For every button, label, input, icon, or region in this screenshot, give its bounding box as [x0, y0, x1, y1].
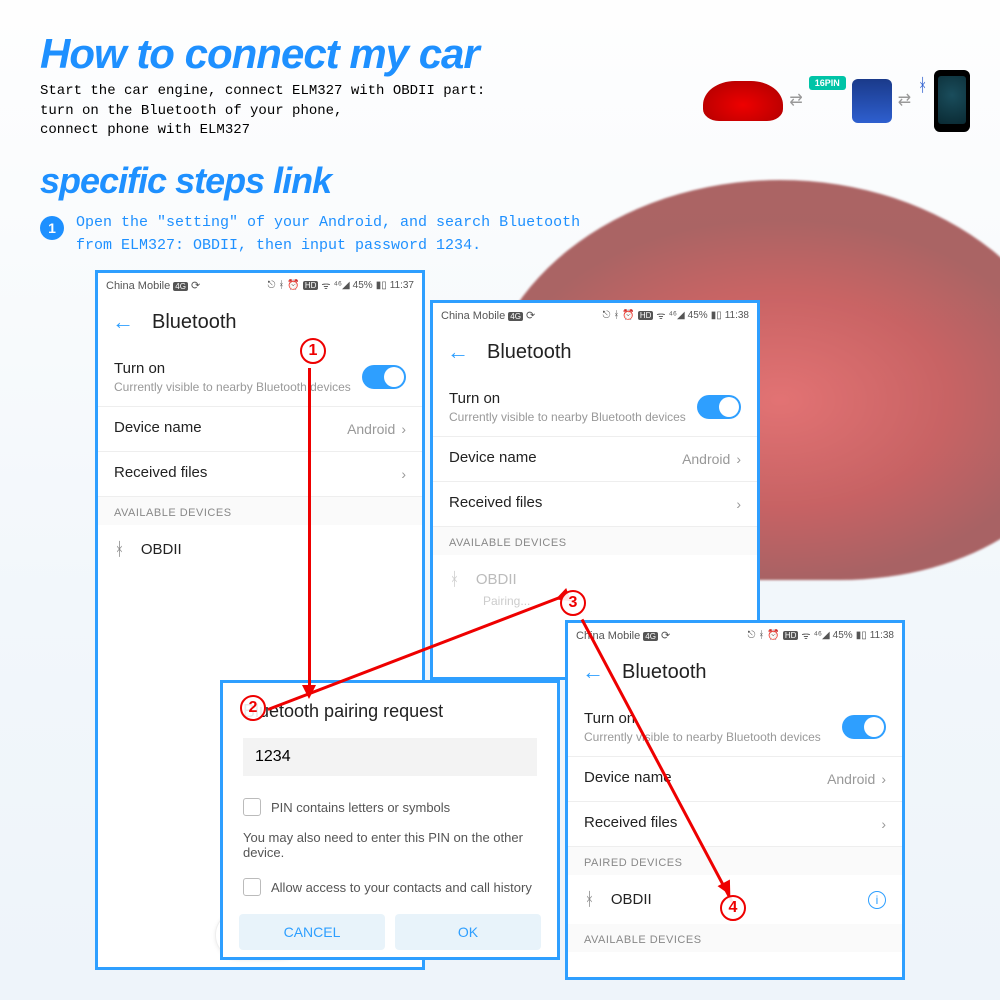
bluetooth-toggle-row[interactable]: Turn on Currently visible to nearby Blue…: [98, 348, 422, 407]
bluetooth-icon: ᚼ: [114, 539, 125, 560]
device-name-row[interactable]: Device name Android ›: [568, 757, 902, 802]
back-arrow-icon[interactable]: ←: [582, 659, 604, 685]
device-name-row[interactable]: Device name Android ›: [98, 407, 422, 452]
clock-label: 11:38: [725, 310, 749, 321]
chevron-right-icon: ›: [881, 816, 886, 832]
device-name-value: Android: [347, 421, 395, 437]
annotation-2: 2: [240, 695, 266, 721]
chevron-right-icon: ›: [736, 451, 741, 467]
available-devices-header: AVAILABLE DEVICES: [568, 924, 902, 952]
paired-devices-header: PAIRED DEVICES: [568, 847, 902, 875]
bidir-arrow-icon: ⇄: [789, 97, 802, 105]
toggle-sublabel: Currently visible to nearby Bluetooth de…: [449, 410, 686, 424]
bluetooth-toggle-row[interactable]: Turn on Currently visible to nearby Blue…: [568, 698, 902, 757]
received-files-row[interactable]: Received files ›: [433, 482, 757, 527]
checkbox-label: Allow access to your contacts and call h…: [271, 880, 532, 895]
battery-label: 45%: [688, 310, 708, 321]
checkbox-icon[interactable]: [243, 878, 261, 896]
step-description: Open the "setting" of your Android, and …: [76, 212, 580, 257]
screen-header: ← Bluetooth: [98, 297, 422, 348]
arrow-line: [308, 368, 311, 688]
toggle-switch[interactable]: [362, 365, 406, 389]
status-bar: China Mobile 4G ⟳ ⎋ᚼ⏰HDᯤ⁴⁶◢45%▮▯11:38: [568, 623, 902, 647]
pin-input[interactable]: 1234: [243, 738, 537, 776]
device-label: OBDII: [141, 541, 182, 558]
bluetooth-toggle-row[interactable]: Turn on Currently visible to nearby Blue…: [433, 378, 757, 437]
checkbox-label: PIN contains letters or symbols: [271, 800, 450, 815]
chevron-right-icon: ›: [881, 771, 886, 787]
device-name-value: Android: [827, 771, 875, 787]
status-bar: China Mobile 4G ⟳ ⎋ᚼ⏰HDᯤ⁴⁶◢45%▮▯11:38: [433, 303, 757, 327]
allow-contacts-checkbox-row[interactable]: Allow access to your contacts and call h…: [223, 870, 557, 904]
row-label: Device name: [449, 449, 537, 466]
battery-label: 45%: [353, 280, 373, 291]
annotation-3: 3: [560, 590, 586, 616]
toggle-sublabel: Currently visible to nearby Bluetooth de…: [114, 380, 351, 394]
battery-label: 45%: [833, 630, 853, 641]
back-arrow-icon[interactable]: ←: [447, 339, 469, 365]
intro-paragraph: Start the car engine, connect ELM327 wit…: [40, 82, 485, 141]
label-16pin: 16PIN: [809, 76, 846, 90]
received-files-row[interactable]: Received files ›: [98, 452, 422, 497]
device-obdii-row[interactable]: ᚼ OBDII: [98, 525, 422, 574]
obd-device-icon: [852, 79, 892, 123]
chevron-right-icon: ›: [736, 496, 741, 512]
step-number-badge: 1: [40, 216, 64, 240]
dialog-note: You may also need to enter this PIN on t…: [223, 824, 557, 870]
chevron-right-icon: ›: [401, 421, 406, 437]
annotation-1: 1: [300, 338, 326, 364]
toggle-label: Turn on: [114, 360, 165, 377]
available-devices-header: AVAILABLE DEVICES: [433, 527, 757, 555]
clock-label: 11:38: [870, 630, 894, 641]
carrier-label: China Mobile: [441, 310, 505, 322]
bluetooth-icon: ᚼ: [449, 569, 460, 590]
chevron-right-icon: ›: [401, 466, 406, 482]
cancel-button[interactable]: CANCEL: [239, 914, 385, 950]
row-label: Device name: [584, 769, 672, 786]
device-name-value: Android: [682, 451, 730, 467]
main-title: How to connect my car: [40, 30, 479, 78]
bidir-arrow-icon: ⇄: [898, 97, 911, 105]
toggle-switch[interactable]: [697, 395, 741, 419]
row-label: Received files: [584, 814, 677, 831]
connection-diagram: ⇄ 16PIN ⇄ ᚼ: [703, 70, 970, 132]
device-label: OBDII: [476, 571, 517, 588]
screenshot-pairing-dialog: Bluetooth pairing request 1234 PIN conta…: [220, 680, 560, 960]
screen-title: Bluetooth: [152, 311, 237, 334]
bluetooth-icon: ᚼ: [917, 75, 928, 96]
bluetooth-icon: ᚼ: [584, 889, 595, 910]
device-name-row[interactable]: Device name Android ›: [433, 437, 757, 482]
car-icon: [703, 81, 783, 121]
toggle-sublabel: Currently visible to nearby Bluetooth de…: [584, 730, 821, 744]
screen-title: Bluetooth: [622, 661, 707, 684]
subtitle: specific steps link: [40, 160, 331, 202]
row-label: Device name: [114, 419, 202, 436]
carrier-label: China Mobile: [106, 280, 170, 292]
screen-title: Bluetooth: [487, 341, 572, 364]
toggle-switch[interactable]: [842, 715, 886, 739]
row-label: Received files: [114, 464, 207, 481]
ok-button[interactable]: OK: [395, 914, 541, 950]
clock-label: 11:37: [390, 280, 414, 291]
screenshot-bluetooth-paired: China Mobile 4G ⟳ ⎋ᚼ⏰HDᯤ⁴⁶◢45%▮▯11:38 ← …: [565, 620, 905, 980]
device-label: OBDII: [611, 891, 652, 908]
available-devices-header: AVAILABLE DEVICES: [98, 497, 422, 525]
screen-header: ← Bluetooth: [433, 327, 757, 378]
annotation-4: 4: [720, 895, 746, 921]
pin-letters-checkbox-row[interactable]: PIN contains letters or symbols: [223, 790, 557, 824]
phone-icon: [934, 70, 970, 132]
checkbox-icon[interactable]: [243, 798, 261, 816]
received-files-row[interactable]: Received files ›: [568, 802, 902, 847]
toggle-label: Turn on: [584, 710, 635, 727]
info-icon[interactable]: i: [868, 891, 886, 909]
row-label: Received files: [449, 494, 542, 511]
status-bar: China Mobile 4G ⟳ ⎋ᚼ⏰HDᯤ⁴⁶◢45%▮▯11:37: [98, 273, 422, 297]
back-arrow-icon[interactable]: ←: [112, 309, 134, 335]
pairing-status: Pairing...: [483, 594, 757, 618]
toggle-label: Turn on: [449, 390, 500, 407]
